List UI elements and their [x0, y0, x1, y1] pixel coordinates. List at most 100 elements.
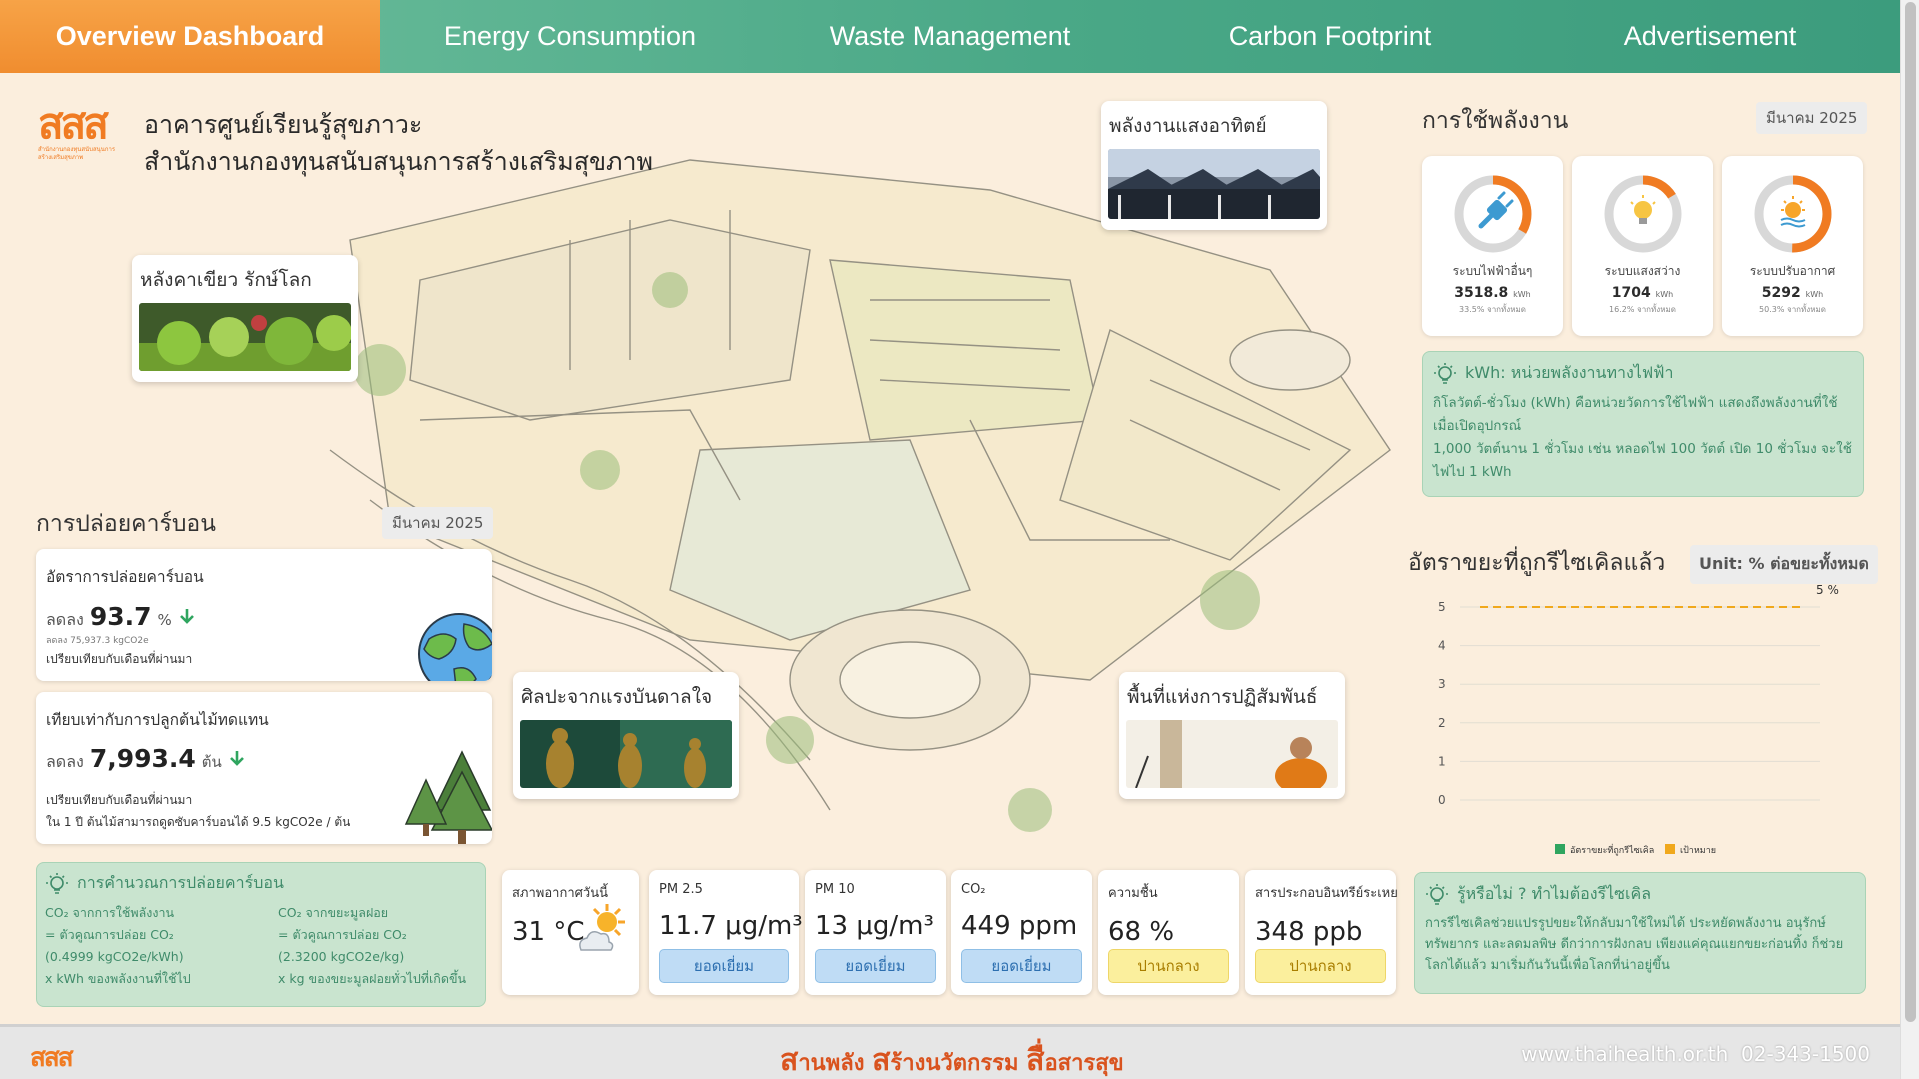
recycle-info-box: รู้หรือไม่ ? ทำไมต้องรีไซเคิล การรีไซเคิ… [1414, 872, 1866, 994]
gauge-label: ระบบแสงสว่าง [1604, 264, 1681, 278]
kwh-info-title: kWh: หน่วยพลังงานทางไฟฟ้า [1465, 363, 1674, 382]
pm25-card: PM 2.5 11.7 μg/m³ ยอดเยี่ยม [649, 870, 803, 995]
globe-icon [418, 613, 492, 681]
interaction-space-card[interactable]: พื้นที่แห่งการปฏิสัมพันธ์ [1119, 672, 1345, 799]
gauge-value: 5292 kWh [1761, 285, 1824, 301]
other-electric-gauge [1454, 175, 1531, 253]
carbon-rate-card: อัตราการปล่อยคาร์บอน ลดลง 93.7 % ลดลง 75… [36, 549, 492, 681]
green-roof-card[interactable]: หลังคาเขียว รักษ์โลก [132, 255, 358, 382]
gauge-card-other-electric: ระบบไฟฟ้าอื่นๆ 3518.8 kWh 33.5% จากทั้งห… [1422, 156, 1563, 336]
legend-label: อัตราขยะที่ถูกรีไซเคิล [1570, 843, 1654, 856]
carbon-period-chip[interactable]: มีนาคม 2025 [382, 507, 494, 539]
vertical-scrollbar[interactable] [1900, 0, 1919, 1079]
tree-prefix: ลดลง [46, 752, 84, 771]
gauge-share: 33.5% จากทั้งหมด [1459, 305, 1526, 314]
recycle-info-header: รู้หรือไม่ ? ทำไมต้องรีไซเคิล [1425, 882, 1855, 907]
kwh-info-box: kWh: หน่วยพลังงานทางไฟฟ้า กิโลวัตต์-ชั่ว… [1422, 351, 1864, 497]
co2-label: CO₂ [961, 882, 986, 897]
pm25-status: ยอดเยี่ยม [659, 949, 789, 983]
art-inspiration-title: ศิลปะจากแรงบันดาลใจ [521, 686, 713, 708]
carbon-calc-box: การคำนวณการปล่อยคาร์บอน CO₂ จากการใช้พลั… [36, 862, 486, 1007]
logo-caption: สำนักงานกองทุนสนับสนุนการสร้างเสริมสุขภา… [38, 146, 116, 161]
tab-carbon-footprint[interactable]: Carbon Footprint [1140, 0, 1520, 73]
art-inspiration-card[interactable]: ศิลปะจากแรงบันดาลใจ [513, 672, 739, 799]
pine-trees-icon [404, 750, 492, 844]
sun-cloud-icon [579, 904, 625, 951]
humidity-status: ปานกลาง [1108, 949, 1229, 983]
recycle-info-text: การรีไซเคิลช่วยแปรรูปขยะให้กลับมาใช้ใหม่… [1425, 916, 1844, 973]
building-title: อาคารศูนย์เรียนรู้สุขภาวะ [144, 110, 423, 139]
gauge-value: 1704 kWh [1611, 285, 1674, 301]
target-data-label: 5 % [1816, 585, 1839, 597]
y-tick-label: 5 [1438, 600, 1446, 614]
arrow-down-icon [179, 609, 194, 624]
lightbulb-icon [1434, 362, 1456, 384]
gauge-card-lighting: ระบบแสงสว่าง 1704 kWh 16.2% จากทั้งหมด [1572, 156, 1713, 336]
pm10-status: ยอดเยี่ยม [815, 949, 936, 983]
voc-value: 348 ppb [1255, 917, 1363, 947]
co2-status: ยอดเยี่ยม [961, 949, 1082, 983]
interaction-space-title: พื้นที่แห่งการปฏิสัมพันธ์ [1127, 686, 1318, 708]
gauge-share: 50.3% จากทั้งหมด [1759, 305, 1826, 314]
carbon-calc-waste: CO₂ จากขยะมูลฝอย = ตัวคูณการปล่อย CO₂ (2… [278, 905, 467, 986]
voc-status: ปานกลาง [1255, 949, 1386, 983]
footer: สสส สานพลัง สร้างนวัตกรรม สื่อสารสุข www… [0, 1024, 1900, 1079]
carbon-rate-unit: % [157, 611, 172, 629]
solar-energy-card[interactable]: พลังงานแสงอาทิตย์ [1101, 101, 1327, 230]
kwh-info-line2: 1,000 วัตต์นาน 1 ชั่วโมง เช่น หลอดไฟ 100… [1433, 441, 1852, 480]
carbon-section-title: การปล่อยคาร์บอน [36, 511, 216, 537]
co2-card: CO₂ 449 ppm ยอดเยี่ยม [951, 870, 1092, 995]
pm10-value: 13 μg/m³ [815, 911, 934, 941]
lighting-gauge [1604, 175, 1681, 253]
humidity-card: ความชื้น 68 % ปานกลาง [1098, 870, 1239, 995]
legend-swatch [1665, 844, 1675, 854]
tree-value: 7,993.4 [89, 744, 196, 773]
scrollbar-thumb[interactable] [1905, 2, 1916, 1022]
legend-swatch [1555, 844, 1565, 854]
plug-icon [1478, 191, 1513, 229]
tab-overview-dashboard[interactable]: Overview Dashboard [0, 0, 380, 73]
footer-website[interactable]: www.thaihealth.or.th [1521, 1042, 1728, 1066]
tab-advertisement[interactable]: Advertisement [1520, 0, 1900, 73]
y-tick-label: 3 [1438, 677, 1446, 691]
arrow-down-icon [229, 751, 244, 766]
co2-value: 449 ppm [961, 911, 1078, 941]
recycle-info-title: รู้หรือไม่ ? ทำไมต้องรีไซเคิล [1457, 884, 1652, 903]
logo-mark: สสส [38, 99, 109, 148]
tree-equivalent-title: เทียบเท่ากับการปลูกต้นไม้ทดแทน [46, 711, 269, 729]
ac-icon [1780, 196, 1805, 228]
recycle-rate-chart: 5 4 3 2 1 0 5 % อัตราขยะที่ถูกรีไซเคิล เป้าหมาย [1438, 585, 1839, 856]
lightbulb-icon [1426, 883, 1448, 905]
carbon-rate-detail: ลดลง 75,937.3 kgCO2e [46, 636, 149, 646]
gauge-label: ระบบปรับอากาศ [1749, 264, 1836, 278]
humidity-label: ความชื้น [1108, 886, 1158, 901]
thaihealth-logo: สสส สำนักงานกองทุนสนับสนุนการสร้างเสริมส… [38, 102, 128, 180]
carbon-rate-compare: เปรียบเทียบกับเดือนที่ผ่านมา [46, 652, 193, 666]
tree-value-row: ลดลง 7,993.4 ต้น [46, 744, 246, 775]
weather-card: สภาพอากาศวันนี้ 31 °C [502, 870, 639, 995]
footer-logo: สสส [30, 1043, 74, 1073]
solar-roof-photo [1108, 149, 1320, 219]
energy-section-title: การใช้พลังงาน [1422, 108, 1569, 134]
voc-label: สารประกอบอินทรีย์ระเหย [1255, 886, 1398, 901]
tab-waste-management[interactable]: Waste Management [760, 0, 1140, 73]
solar-energy-title: พลังงานแสงอาทิตย์ [1109, 115, 1267, 137]
pm10-card: PM 10 13 μg/m³ ยอดเยี่ยม [805, 870, 946, 995]
carbon-calc-title: การคำนวณการปล่อยคาร์บอน [77, 873, 284, 892]
humidity-value: 68 % [1108, 917, 1175, 947]
pm10-label: PM 10 [815, 882, 855, 897]
y-tick-label: 4 [1438, 639, 1446, 653]
carbon-calc-header: การคำนวณการปล่อยคาร์บอน [45, 871, 477, 896]
pm25-label: PM 2.5 [659, 882, 703, 897]
gauge-label: ระบบไฟฟ้าอื่นๆ [1452, 264, 1533, 278]
y-tick-label: 2 [1438, 716, 1446, 730]
carbon-rate-value-row: ลดลง 93.7 % [46, 602, 196, 633]
tree-unit: ต้น [201, 753, 222, 771]
carbon-calc-energy: CO₂ จากการใช้พลังงาน = ตัวคูณการปล่อย CO… [45, 905, 191, 986]
recycle-section-title: อัตราขยะที่ถูกรีไซเคิลแล้ว [1408, 550, 1666, 576]
energy-period-chip[interactable]: มีนาคม 2025 [1756, 102, 1868, 134]
tab-energy-consumption[interactable]: Energy Consumption [380, 0, 760, 73]
legend-label: เป้าหมาย [1680, 845, 1716, 856]
tree-compare: เปรียบเทียบกับเดือนที่ผ่านมา [46, 793, 193, 807]
carbon-rate-title: อัตราการปล่อยคาร์บอน [46, 568, 204, 586]
